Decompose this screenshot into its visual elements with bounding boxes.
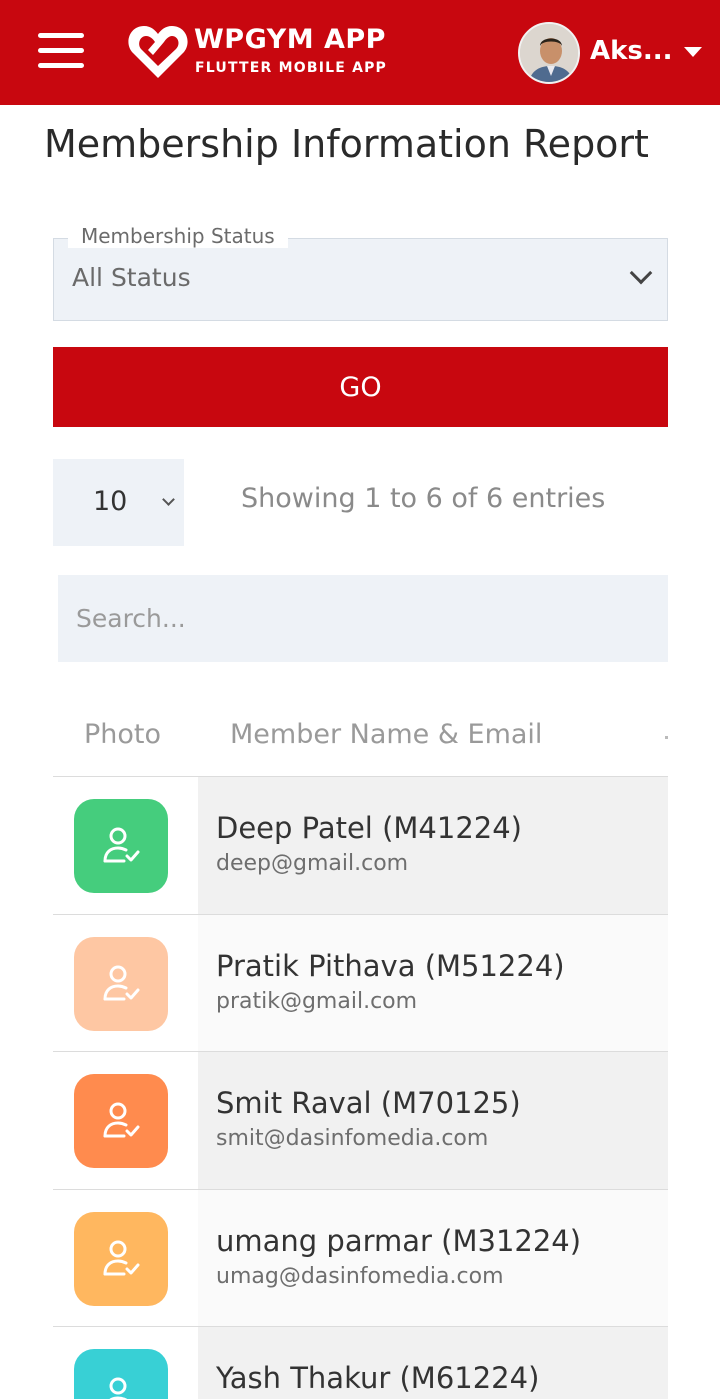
member-cell: Pratik Pithava (M51224) pratik@gmail.com: [198, 914, 668, 1051]
user-check-icon: [103, 1240, 140, 1275]
user-avatar[interactable]: [518, 22, 580, 84]
entries-info: Showing 1 to 6 of 6 entries: [241, 483, 606, 514]
members-table: Deep Patel (M41224) deep@gmail.com Prati…: [53, 776, 668, 1399]
user-name[interactable]: Aks...: [590, 36, 673, 66]
photo-cell: [53, 1052, 198, 1189]
member-photo[interactable]: [74, 936, 168, 1031]
member-cell: Smit Raval (M70125) smit@dasinfomedia.co…: [198, 1052, 668, 1189]
column-divider: [665, 736, 668, 739]
member-email: pratik@gmail.com: [216, 988, 418, 1014]
table-row[interactable]: Smit Raval (M70125) smit@dasinfomedia.co…: [53, 1051, 668, 1189]
page-title: Membership Information Report: [44, 122, 649, 166]
table-row[interactable]: Yash Thakur (M61224): [53, 1326, 668, 1399]
caret-down-icon[interactable]: [684, 47, 702, 57]
member-email: deep@gmail.com: [216, 851, 409, 876]
member-cell: Yash Thakur (M61224): [198, 1327, 668, 1399]
photo-cell: [53, 914, 198, 1051]
page-size-select[interactable]: 10: [53, 459, 184, 546]
table-row[interactable]: umang parmar (M31224) umag@dasinfomedia.…: [53, 1188, 668, 1326]
member-cell: umang parmar (M31224) umag@dasinfomedia.…: [198, 1189, 668, 1326]
user-check-icon: [103, 1102, 140, 1138]
member-name[interactable]: umang parmar (M31224): [216, 1224, 581, 1258]
search-input[interactable]: [58, 575, 668, 662]
go-button[interactable]: GO: [53, 347, 668, 427]
column-header-member[interactable]: Member Name & Email: [230, 719, 542, 750]
chevron-down-icon: [162, 493, 175, 506]
chevron-down-icon: [629, 261, 653, 285]
menu-icon[interactable]: [38, 33, 84, 69]
photo-cell: [53, 777, 198, 914]
member-email: umag@dasinfomedia.com: [216, 1263, 504, 1289]
member-email: smit@dasinfomedia.com: [216, 1126, 489, 1151]
member-photo[interactable]: [74, 1349, 168, 1399]
page-size-value: 10: [93, 486, 128, 517]
photo-cell: [53, 1189, 198, 1326]
column-header-photo[interactable]: Photo: [84, 719, 161, 750]
status-label: Membership Status: [68, 224, 288, 248]
member-photo[interactable]: [74, 799, 168, 893]
member-name[interactable]: Deep Patel (M41224): [216, 811, 522, 845]
app-subtitle: FLUTTER MOBILE APP: [195, 60, 388, 76]
wpgym-logo-icon: [128, 26, 188, 78]
membership-status-select[interactable]: All Status: [53, 238, 668, 321]
member-photo[interactable]: [74, 1211, 168, 1306]
user-check-icon: [109, 1377, 128, 1399]
photo-cell: [53, 1327, 198, 1399]
table-row[interactable]: Deep Patel (M41224) deep@gmail.com: [53, 776, 668, 914]
member-name[interactable]: Smit Raval (M70125): [216, 1086, 521, 1120]
user-check-icon: [103, 965, 140, 1000]
app-title: WPGYM APP: [194, 24, 386, 55]
member-photo[interactable]: [74, 1074, 168, 1168]
table-row[interactable]: Pratik Pithava (M51224) pratik@gmail.com: [53, 913, 668, 1051]
member-name[interactable]: Pratik Pithava (M51224): [216, 949, 565, 983]
status-selected-value: All Status: [72, 263, 191, 292]
user-check-icon: [103, 827, 140, 863]
member-name[interactable]: Yash Thakur (M61224): [216, 1361, 539, 1395]
app-header: WPGYM APP FLUTTER MOBILE APP Aks...: [0, 0, 720, 105]
member-cell: Deep Patel (M41224) deep@gmail.com: [198, 777, 668, 914]
